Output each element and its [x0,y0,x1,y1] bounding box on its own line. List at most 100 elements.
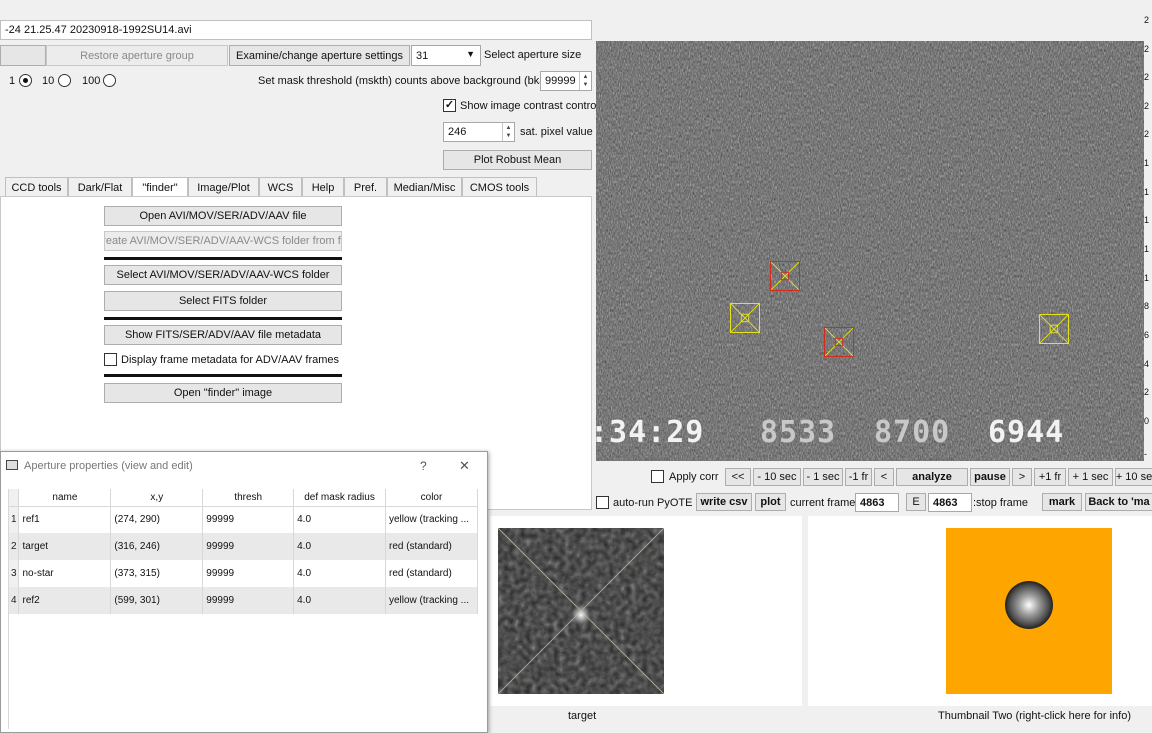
spin-arrows-icon[interactable]: ▲ ▼ [502,123,514,141]
tab-wcs[interactable]: WCS [259,177,302,197]
video-frame[interactable]: :34:29 8533 8700 6944 [596,41,1144,461]
cell-name[interactable]: no-star [18,560,112,587]
create-wcs-folder-button[interactable]: Create AVI/MOV/SER/ADV/AAV-WCS folder fr… [104,231,342,251]
filename-field[interactable]: -24 21.25.47 20230918-1992SU14.avi [0,20,592,40]
cell-color[interactable]: yellow (tracking ... [385,587,478,614]
table-row[interactable]: 3 no-star (373, 315) 99999 4.0 red (stan… [9,560,478,587]
minus-10-sec-button[interactable]: - 10 sec [753,468,801,486]
table-row[interactable]: 2 target (316, 246) 99999 4.0 red (stand… [9,533,478,560]
cell-radius[interactable]: 4.0 [293,533,386,560]
column-header-color[interactable]: color [385,489,478,507]
tab-median-misc[interactable]: Median/Misc [387,177,462,197]
radio-10[interactable] [58,74,71,87]
column-header-xy[interactable]: x,y [110,489,204,507]
plus-1-sec-button[interactable]: + 1 sec [1068,468,1113,486]
tab-ccd-tools[interactable]: CCD tools [5,177,68,197]
forward-button[interactable]: > [1012,468,1032,486]
column-header-radius[interactable]: def mask radius [293,489,386,507]
cell-thresh[interactable]: 99999 [202,587,295,614]
aperture-box-target[interactable] [770,261,800,291]
tab-help[interactable]: Help [302,177,344,197]
tab-pref[interactable]: Pref. [344,177,387,197]
minus-1-fr-button[interactable]: -1 fr [845,468,872,486]
cell-xy[interactable]: (316, 246) [110,533,204,560]
show-metadata-button[interactable]: Show FITS/SER/ADV/AAV file metadata [104,325,342,345]
select-fits-folder-button[interactable]: Select FITS folder [104,291,342,311]
spin-arrows-icon[interactable]: ▲ ▼ [579,72,591,90]
help-icon[interactable]: ? [420,459,427,473]
column-header-name[interactable]: name [18,489,112,507]
apply-corr-checkbox[interactable] [651,470,664,483]
cell-name[interactable]: ref1 [18,506,112,533]
examine-aperture-settings-button[interactable]: Examine/change aperture settings [229,45,410,66]
aperture-box-no-star[interactable] [824,327,854,357]
separator [104,374,342,377]
row-number[interactable]: 1 [9,506,20,533]
tab-dark-flat[interactable]: Dark/Flat [68,177,132,197]
close-icon[interactable]: ✕ [459,458,470,474]
cell-thresh[interactable]: 99999 [202,506,295,533]
stop-frame-field[interactable]: 4863 [928,493,972,512]
back-fast-button[interactable]: << [725,468,751,486]
auto-run-pyote-checkbox[interactable] [596,496,609,509]
mask-threshold-spinbox[interactable]: 99999 ▲ ▼ [540,71,592,91]
row-number[interactable]: 4 [9,587,20,614]
tab-image-plot[interactable]: Image/Plot [188,177,259,197]
show-contrast-checkbox[interactable] [443,99,456,112]
open-finder-image-button[interactable]: Open "finder" image [104,383,342,403]
separator [104,257,342,260]
thumbnail-one-panel[interactable]: target [490,516,802,722]
cell-xy[interactable]: (599, 301) [110,587,204,614]
aperture-box-ref2[interactable] [1039,314,1069,344]
back-button[interactable]: < [874,468,894,486]
write-csv-button[interactable]: write csv [696,493,752,511]
current-frame-field[interactable]: 4863 [855,493,899,512]
cell-name[interactable]: ref2 [18,587,112,614]
restore-aperture-group-button[interactable]: Restore aperture group [46,45,228,66]
cell-color[interactable]: yellow (tracking ... [385,506,478,533]
sat-pixel-spinbox[interactable]: 246 ▲ ▼ [443,122,515,142]
thumbnail-two-panel[interactable]: Thumbnail Two (right-click here for info… [808,516,1152,722]
aperture-size-select[interactable]: 31 ▼ [411,45,481,66]
cell-radius[interactable]: 4.0 [293,506,386,533]
table-row[interactable]: 1 ref1 (274, 290) 99999 4.0 yellow (trac… [9,506,478,533]
auto-run-pyote-label: auto-run PyOTE [613,497,693,509]
radio-1[interactable] [19,74,32,87]
cell-radius[interactable]: 4.0 [293,587,386,614]
mark-button[interactable]: mark [1042,493,1082,511]
cell-color[interactable]: red (standard) [385,560,478,587]
ruler-label: 2 [1144,387,1150,397]
dialog-titlebar[interactable]: Aperture properties (view and edit) ? ✕ [1,452,487,480]
tab-finder[interactable]: "finder" [132,177,188,197]
cell-thresh[interactable]: 99999 [202,560,295,587]
display-metadata-checkbox[interactable] [104,353,117,366]
aperture-box-ref1[interactable] [730,303,760,333]
back-to-button[interactable]: Back to 'ma [1085,493,1152,511]
row-number[interactable]: 3 [9,560,20,587]
select-folder-button[interactable]: Select AVI/MOV/SER/ADV/AAV-WCS folder [104,265,342,285]
column-header-thresh[interactable]: thresh [202,489,295,507]
show-contrast-label: Show image contrast control [460,100,599,112]
cell-xy[interactable]: (274, 290) [110,506,204,533]
ruler-label: 8 [1144,301,1150,311]
tab-cmos-tools[interactable]: CMOS tools [462,177,537,197]
cell-thresh[interactable]: 99999 [202,533,295,560]
plot-button[interactable]: plot [755,493,786,511]
radio-100[interactable] [103,74,116,87]
analyze-button[interactable]: analyze [896,468,968,486]
row-number[interactable]: 2 [9,533,20,560]
pause-button[interactable]: pause [970,468,1010,486]
e-button[interactable]: E [906,493,926,511]
ruler-label: 1 [1144,244,1150,254]
unnamed-button[interactable] [0,45,46,66]
open-avi-button[interactable]: Open AVI/MOV/SER/ADV/AAV file [104,206,342,226]
plus-10-sec-button[interactable]: + 10 se [1115,468,1152,486]
plus-1-fr-button[interactable]: +1 fr [1034,468,1066,486]
cell-radius[interactable]: 4.0 [293,560,386,587]
cell-xy[interactable]: (373, 315) [110,560,204,587]
plot-robust-mean-button[interactable]: Plot Robust Mean [443,150,592,170]
minus-1-sec-button[interactable]: - 1 sec [803,468,843,486]
cell-color[interactable]: red (standard) [385,533,478,560]
table-row[interactable]: 4 ref2 (599, 301) 99999 4.0 yellow (trac… [9,587,478,614]
cell-name[interactable]: target [18,533,112,560]
